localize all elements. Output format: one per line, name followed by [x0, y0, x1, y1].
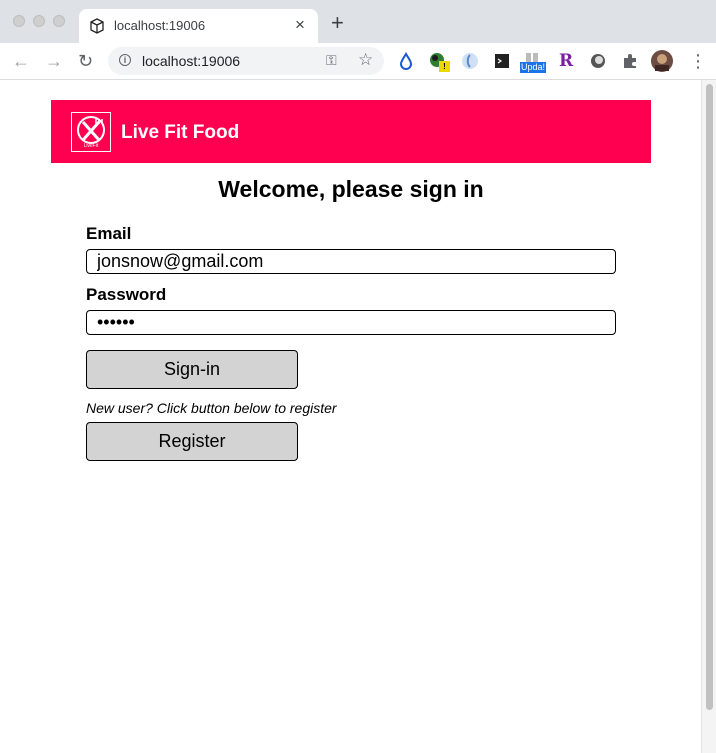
warning-badge: !	[439, 61, 450, 72]
page-title: Welcome, please sign in	[218, 176, 484, 202]
expo-favicon-icon	[90, 18, 104, 34]
bookmark-star-icon[interactable]: ☆	[358, 50, 373, 70]
browser-tab[interactable]: localhost:19006 ×	[79, 9, 318, 43]
email-label: Email	[86, 224, 132, 243]
tab-close-icon[interactable]: ×	[295, 15, 305, 35]
browser-menu-icon[interactable]: ⋮	[689, 51, 707, 71]
register-button[interactable]: Register	[86, 422, 298, 461]
gray-circle-extension-icon[interactable]	[589, 52, 607, 70]
window-zoom-control[interactable]	[53, 15, 65, 27]
window-close-control[interactable]	[13, 15, 25, 27]
browser-tab-bar: localhost:19006 × +	[0, 0, 716, 43]
window-minimize-control[interactable]	[33, 15, 45, 27]
back-button[interactable]: ←	[12, 51, 30, 71]
key-icon[interactable]: ⚿	[326, 52, 337, 69]
url-text: localhost:19006	[142, 53, 241, 69]
extensions-puzzle-icon[interactable]	[621, 52, 639, 70]
profile-avatar[interactable]	[651, 50, 673, 72]
update-extension-icon[interactable]: Upda!	[520, 52, 548, 73]
logo-text: LiveFit	[83, 143, 99, 149]
register-hint: New user? Click button below to register	[86, 400, 337, 416]
forward-button[interactable]: →	[45, 51, 63, 71]
drop-extension-icon[interactable]	[397, 52, 415, 70]
app-header: LiveFit Live Fit Food	[51, 100, 651, 163]
tab-title: localhost:19006	[114, 18, 206, 33]
new-tab-button[interactable]: +	[331, 12, 344, 34]
update-badge: Upda!	[520, 62, 547, 73]
app-logo: LiveFit	[71, 112, 111, 152]
email-field[interactable]	[86, 249, 616, 274]
site-info-icon[interactable]: i	[119, 54, 131, 66]
page-scrollbar[interactable]	[701, 80, 716, 753]
sign-in-button[interactable]: Sign-in	[86, 350, 298, 389]
page-content: LiveFit Live Fit Food Welcome, please si…	[0, 80, 716, 753]
password-field[interactable]	[86, 310, 616, 335]
circle-extension-icon[interactable]	[461, 52, 479, 70]
terminal-extension-icon[interactable]	[493, 52, 511, 70]
r-extension-icon[interactable]: R	[559, 51, 577, 71]
address-bar[interactable]: i localhost:19006 ⚿ ☆	[108, 47, 384, 75]
reload-button[interactable]: ↻	[78, 51, 93, 71]
browser-toolbar: ← → ↻ i localhost:19006 ⚿ ☆ ! Upda! R ⋮	[0, 43, 716, 80]
password-label: Password	[86, 285, 167, 304]
brand-name: Live Fit Food	[121, 122, 240, 143]
globe-extension-icon[interactable]: !	[429, 52, 450, 72]
scrollbar-thumb[interactable]	[706, 84, 713, 710]
